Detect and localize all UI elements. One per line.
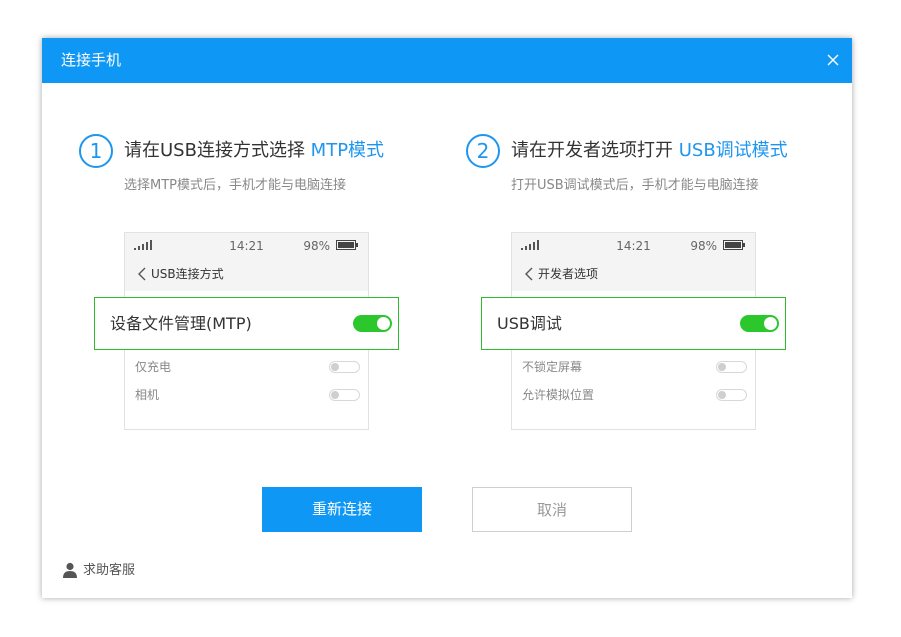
phone-clock: 14:21: [616, 239, 651, 253]
step-number-2: 2: [466, 134, 500, 168]
option-label: 不锁定屏幕: [522, 360, 583, 374]
reconnect-button[interactable]: 重新连接: [262, 487, 422, 532]
step-1-title-prefix: 请在USB连接方式选择: [124, 140, 311, 161]
highlighted-option-mtp: 设备文件管理(MTP): [94, 297, 399, 350]
option-row: 允许模拟位置: [522, 386, 747, 404]
phone-header: 14:21 98% 开发者选项: [512, 233, 755, 291]
option-row: 不锁定屏幕: [522, 358, 747, 376]
dialog-title: 连接手机: [61, 51, 122, 69]
close-button[interactable]: [822, 49, 844, 71]
battery-icon: [336, 240, 358, 250]
step-2-title-prefix: 请在开发者选项打开: [511, 140, 679, 161]
step-1-subtitle: 选择MTP模式后，手机才能与电脑连接: [124, 178, 346, 193]
phone-nav-title: 开发者选项: [538, 267, 599, 281]
highlighted-option-label: USB调试: [497, 314, 562, 333]
phone-status-bar: 14:21 98%: [125, 233, 368, 259]
phone-nav-bar: USB连接方式: [137, 265, 224, 283]
step-1-title-highlight: MTP模式: [310, 140, 385, 161]
step-2: 2 请在开发者选项打开 USB调试模式 打开USB调试模式后，手机才能与电脑连接: [466, 134, 816, 244]
option-label: 相机: [135, 388, 160, 402]
connect-phone-dialog: 连接手机 1 请在USB连接方式选择 MTP模式 选择MTP模式后，手机才能与电…: [42, 38, 852, 598]
step-number-1: 1: [79, 134, 113, 168]
option-toggle-off[interactable]: [716, 361, 747, 373]
option-toggle-off[interactable]: [329, 389, 360, 401]
option-toggle-off[interactable]: [329, 361, 360, 373]
dialog-titlebar: 连接手机: [42, 38, 852, 83]
help-support-link[interactable]: 求助客服: [62, 562, 135, 580]
highlighted-option-toggle-on[interactable]: [740, 315, 779, 332]
close-icon: [827, 54, 839, 66]
highlighted-option-toggle-on[interactable]: [353, 315, 392, 332]
highlighted-option-label: 设备文件管理(MTP): [110, 314, 252, 333]
phone-status-bar: 14:21 98%: [512, 233, 755, 259]
option-row: 仅充电: [135, 358, 360, 376]
back-chevron-icon: [525, 267, 533, 281]
battery-percent: 98%: [303, 239, 330, 253]
phone-nav-bar: 开发者选项: [524, 265, 598, 283]
option-row: 相机: [135, 386, 360, 404]
cancel-button[interactable]: 取消: [472, 487, 632, 532]
phone-clock: 14:21: [229, 239, 264, 253]
battery-icon: [723, 240, 745, 250]
option-label: 允许模拟位置: [522, 388, 595, 402]
highlighted-option-usb-debug: USB调试: [481, 297, 786, 350]
battery-percent: 98%: [690, 239, 717, 253]
step-2-title: 请在开发者选项打开 USB调试模式: [511, 140, 788, 162]
user-icon: [63, 562, 77, 578]
step-1: 1 请在USB连接方式选择 MTP模式 选择MTP模式后，手机才能与电脑连接: [79, 134, 419, 244]
step-2-title-highlight: USB调试模式: [678, 140, 788, 161]
phone-nav-title: USB连接方式: [151, 267, 224, 281]
step-1-title: 请在USB连接方式选择 MTP模式: [124, 140, 384, 162]
option-label: 仅充电: [135, 360, 172, 374]
back-chevron-icon: [138, 267, 146, 281]
option-toggle-off[interactable]: [716, 389, 747, 401]
step-2-subtitle: 打开USB调试模式后，手机才能与电脑连接: [511, 178, 759, 193]
phone-header: 14:21 98% USB连接方式: [125, 233, 368, 291]
help-label: 求助客服: [83, 563, 136, 578]
